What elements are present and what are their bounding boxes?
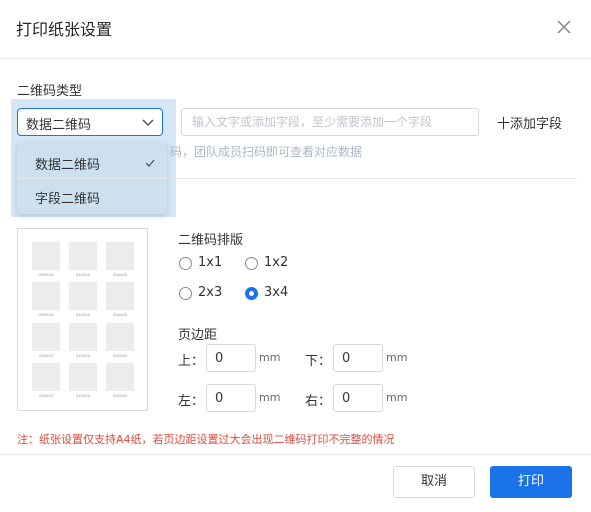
margin-left-unit: mm bbox=[259, 391, 281, 404]
preview-qr-cell bbox=[106, 242, 134, 270]
margin-bottom-input[interactable] bbox=[333, 344, 383, 372]
dropdown-option-field-qr[interactable]: 字段二维码 bbox=[35, 188, 100, 207]
preview-qr-cell bbox=[32, 242, 60, 270]
field-input[interactable] bbox=[181, 108, 479, 136]
preview-caption: xxxxxx bbox=[112, 312, 128, 317]
radio-2x3[interactable] bbox=[179, 287, 192, 300]
margin-right-input[interactable] bbox=[333, 384, 383, 412]
preview-caption: xxxxxx bbox=[112, 353, 128, 358]
preview-qr-cell bbox=[32, 282, 60, 310]
radio-1x1[interactable] bbox=[179, 257, 192, 270]
margin-left-input[interactable] bbox=[206, 384, 256, 412]
radio-3x4[interactable] bbox=[245, 287, 258, 300]
print-preview: xxxxxx xxxxxx xxxxxx xxxxxx xxxxxx xxxxx… bbox=[17, 228, 148, 411]
preview-caption: xxxxxx bbox=[112, 393, 128, 398]
preview-caption: xxxxxx bbox=[75, 312, 91, 317]
warning-text: 注：纸张设置仅支持A4纸，若页边距设置过大会出现二维码打印不完整的情况 bbox=[17, 433, 395, 446]
preview-qr-cell bbox=[32, 323, 60, 351]
add-field-button[interactable]: 十添加字段 bbox=[497, 113, 562, 132]
margin-top-label: 上： bbox=[178, 354, 205, 369]
margin-bottom-unit: mm bbox=[386, 351, 408, 364]
preview-qr-cell bbox=[69, 363, 97, 391]
preview-qr-cell bbox=[69, 282, 97, 310]
margin-right-label: 右： bbox=[305, 394, 332, 409]
dialog-title: 打印纸张设置 bbox=[16, 20, 113, 39]
section-divider bbox=[17, 178, 577, 179]
qr-type-select[interactable]: 数据二维码 bbox=[17, 108, 163, 136]
check-icon bbox=[145, 159, 155, 167]
preview-caption: xxxxxx bbox=[38, 353, 54, 358]
margin-top-unit: mm bbox=[259, 351, 281, 364]
preview-caption: xxxxxx bbox=[75, 272, 91, 277]
radio-1x2[interactable] bbox=[245, 257, 258, 270]
preview-caption: xxxxxx bbox=[112, 272, 128, 277]
preview-qr-cell bbox=[106, 363, 134, 391]
margin-right-unit: mm bbox=[386, 391, 408, 404]
preview-qr-cell bbox=[69, 323, 97, 351]
margin-left-label: 左： bbox=[178, 394, 205, 409]
dropdown-option-data-qr[interactable]: 数据二维码 bbox=[35, 154, 100, 173]
preview-caption: xxxxxx bbox=[38, 272, 54, 277]
preview-qr-cell bbox=[106, 282, 134, 310]
print-button[interactable]: 打印 bbox=[490, 466, 572, 498]
hint-text: 码，团队成员扫码即可查看对应数据 bbox=[170, 145, 363, 159]
radio-label-2x3: 2x3 bbox=[198, 285, 223, 300]
radio-label-1x2: 1x2 bbox=[264, 255, 289, 270]
radio-label-3x4: 3x4 bbox=[264, 285, 289, 300]
preview-caption: xxxxxx bbox=[75, 353, 91, 358]
preview-qr-cell bbox=[106, 323, 134, 351]
preview-caption: xxxxxx bbox=[38, 393, 54, 398]
qr-type-selected-value: 数据二维码 bbox=[26, 118, 92, 133]
margin-bottom-label: 下： bbox=[305, 354, 332, 369]
radio-label-1x1: 1x1 bbox=[198, 255, 223, 270]
close-icon[interactable] bbox=[555, 18, 573, 36]
qr-type-label: 二维码类型 bbox=[17, 84, 83, 99]
chevron-down-icon bbox=[142, 119, 154, 127]
header-divider bbox=[0, 58, 591, 59]
cancel-button[interactable]: 取消 bbox=[393, 466, 475, 498]
layout-label: 二维码排版 bbox=[178, 233, 244, 248]
preview-qr-cell bbox=[32, 363, 60, 391]
footer-divider bbox=[0, 454, 591, 455]
margin-top-input[interactable] bbox=[206, 344, 256, 372]
margins-label: 页边距 bbox=[178, 328, 218, 343]
preview-qr-cell bbox=[69, 242, 97, 270]
preview-caption: xxxxxx bbox=[75, 393, 91, 398]
preview-caption: xxxxxx bbox=[38, 312, 54, 317]
